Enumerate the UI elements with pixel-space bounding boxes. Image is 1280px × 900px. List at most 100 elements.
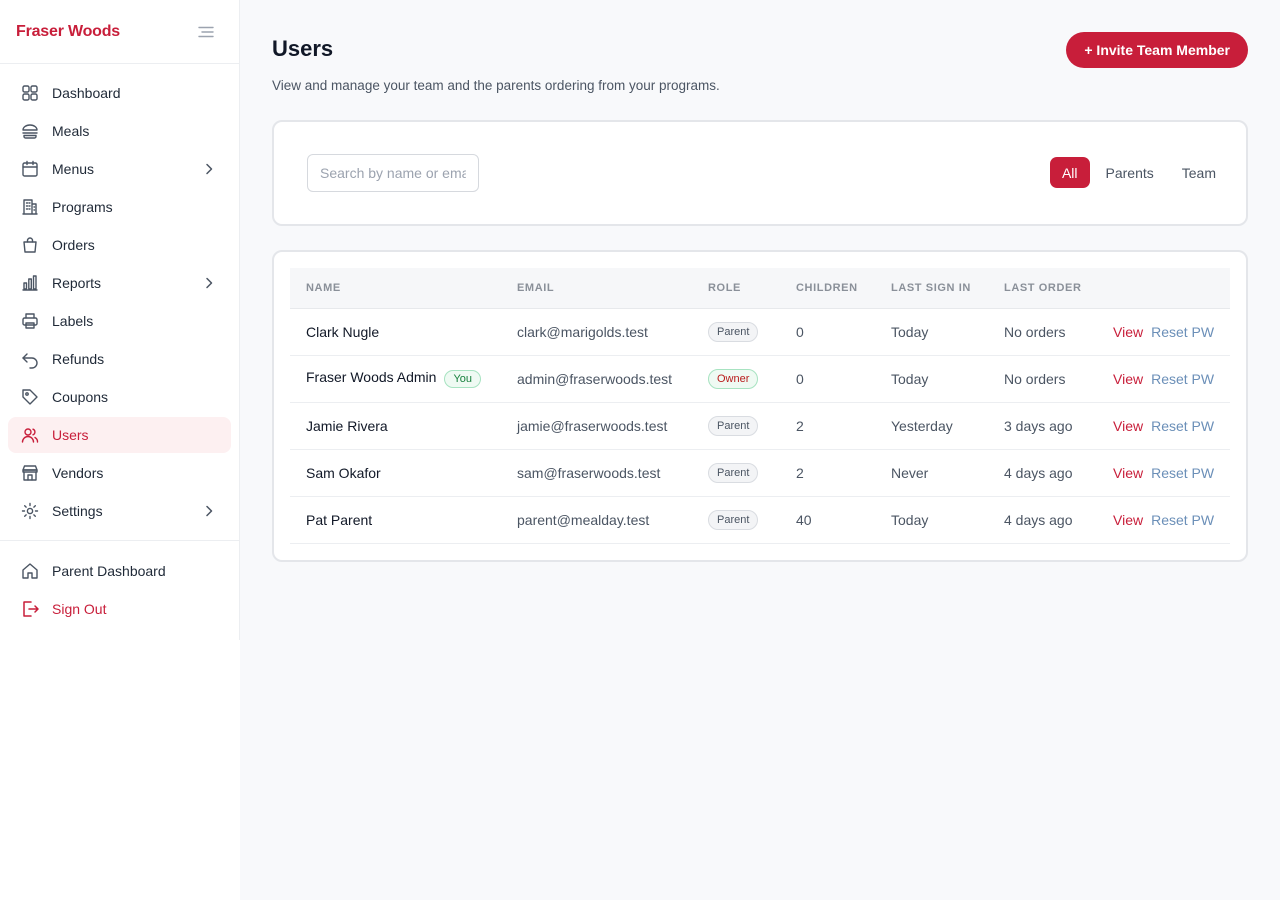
sidebar-item-menus[interactable]: Menus [8,151,231,187]
user-name: Pat Parent [306,511,373,528]
table-row: Fraser Woods Admin You admin@fraserwoods.t… [290,355,1230,403]
last-order: No orders [988,308,1097,356]
sidebar-item-refunds[interactable]: Refunds [8,341,231,377]
column-header-actions [1097,268,1230,309]
burger-icon [20,121,40,141]
last-order: 4 days ago [988,496,1097,544]
filter-team[interactable]: Team [1170,157,1228,188]
view-user-link[interactable]: View [1113,512,1143,528]
row-actions: View Reset PW [1097,308,1230,356]
reset-password-link[interactable]: Reset PW [1151,512,1214,528]
last-sign-in: Yesterday [875,402,988,450]
children-count: 40 [780,496,875,544]
sidebar-item-programs[interactable]: Programs [8,189,231,225]
sidebar-item-label: Labels [52,313,94,329]
user-email: admin@fraserwoods.test [501,355,692,403]
reset-password-link[interactable]: Reset PW [1151,324,1214,340]
user-name: Jamie Rivera [306,417,388,434]
last-sign-in: Today [875,355,988,403]
sidebar-item-users[interactable]: Users [8,417,231,453]
menu-collapse-icon[interactable] [197,23,215,41]
invite-team-member-button[interactable]: + Invite Team Member [1066,32,1248,68]
user-name-cell: Clark Nugle [290,308,501,356]
brand-name[interactable]: Fraser Woods [16,23,120,41]
role-badge: Parent [708,321,759,342]
table-row: Jamie Rivera jamie@fraserwoods.test Parent… [290,402,1230,450]
reset-password-link[interactable]: Reset PW [1151,418,1214,434]
sidebar-item-label: Reports [52,275,102,291]
calendar-icon [20,159,40,179]
table-body: Clark Nugle clark@marigolds.test Parent 0 To… [290,308,1230,544]
sidebar-item-label: Sign Out [52,601,107,617]
children-count: 0 [780,308,875,356]
user-name-cell: Fraser Woods Admin You [290,355,501,403]
sidebar-item-sign-out[interactable]: Sign Out [8,591,231,627]
sidebar-item-coupons[interactable]: Coupons [8,379,231,415]
sidebar-bottom: Parent Dashboard Sign Out [0,553,239,627]
chevron-right-icon[interactable] [201,275,217,291]
sidebar-nav: Dashboard Meals Menus Programs Orders Reports… [0,64,239,529]
last-order: 3 days ago [988,402,1097,450]
users-icon [20,425,40,445]
gear-icon [20,501,40,521]
sidebar-item-labels[interactable]: Labels [8,303,231,339]
sidebar-item-label: Refunds [52,351,105,367]
role-cell: Owner [692,355,780,403]
chevron-right-icon[interactable] [201,503,217,519]
reset-password-link[interactable]: Reset PW [1151,465,1214,481]
sidebar-item-label: Programs [52,199,113,215]
sidebar-item-label: Orders [52,237,95,253]
filter-all[interactable]: All [1049,157,1090,188]
role-cell: Parent [692,496,780,544]
page-title: Users [272,36,334,61]
view-user-link[interactable]: View [1113,324,1143,340]
user-name-cell: Jamie Rivera [290,402,501,450]
sidebar-divider [0,540,239,541]
search-input[interactable] [307,154,479,192]
column-header-email: EMAIL [501,268,692,309]
user-name: Fraser Woods Admin [306,369,437,385]
brand-row: Fraser Woods [0,0,239,64]
sidebar-item-label: Parent Dashboard [52,563,166,579]
filter-parents[interactable]: Parents [1094,157,1166,188]
role-badge: Parent [708,462,759,483]
row-actions: View Reset PW [1097,402,1230,450]
sidebar-item-label: Settings [52,503,103,519]
column-header-last-order: LAST ORDER [988,268,1097,309]
chevron-right-icon[interactable] [201,161,217,177]
role-badge: Parent [708,415,759,436]
sidebar-item-parent-dashboard[interactable]: Parent Dashboard [8,553,231,589]
role-cell: Parent [692,449,780,497]
user-email: jamie@fraserwoods.test [501,402,692,450]
sidebar-background [0,640,240,900]
sidebar-item-vendors[interactable]: Vendors [8,455,231,491]
tag-icon [20,387,40,407]
sidebar-item-dashboard[interactable]: Dashboard [8,75,231,111]
last-order: 4 days ago [988,449,1097,497]
bag-icon [20,235,40,255]
sidebar-item-meals[interactable]: Meals [8,113,231,149]
column-header-children: CHILDREN [780,268,875,309]
grid-icon [20,83,40,103]
column-header-last-sign-in: LAST SIGN IN [875,268,988,309]
sidebar-item-settings[interactable]: Settings [8,493,231,529]
sidebar-item-label: Coupons [52,389,109,405]
row-actions: View Reset PW [1097,355,1230,403]
view-user-link[interactable]: View [1113,465,1143,481]
sidebar-item-orders[interactable]: Orders [8,227,231,263]
children-count: 0 [780,355,875,403]
reset-password-link[interactable]: Reset PW [1151,371,1214,387]
printer-icon [20,311,40,331]
view-user-link[interactable]: View [1113,418,1143,434]
sign-out-icon [20,599,40,619]
sidebar-item-label: Menus [52,161,95,177]
table-row: Clark Nugle clark@marigolds.test Parent 0 To… [290,308,1230,356]
sidebar-item-reports[interactable]: Reports [8,265,231,301]
user-email: clark@marigolds.test [501,308,692,356]
table-header-row: NAME EMAIL ROLE CHILDREN LAST SIGN IN LAST OR… [290,268,1230,309]
page-subtitle: View and manage your team and the parent… [272,78,720,93]
view-user-link[interactable]: View [1113,371,1143,387]
children-count: 2 [780,449,875,497]
last-order: No orders [988,355,1097,403]
role-cell: Parent [692,308,780,356]
